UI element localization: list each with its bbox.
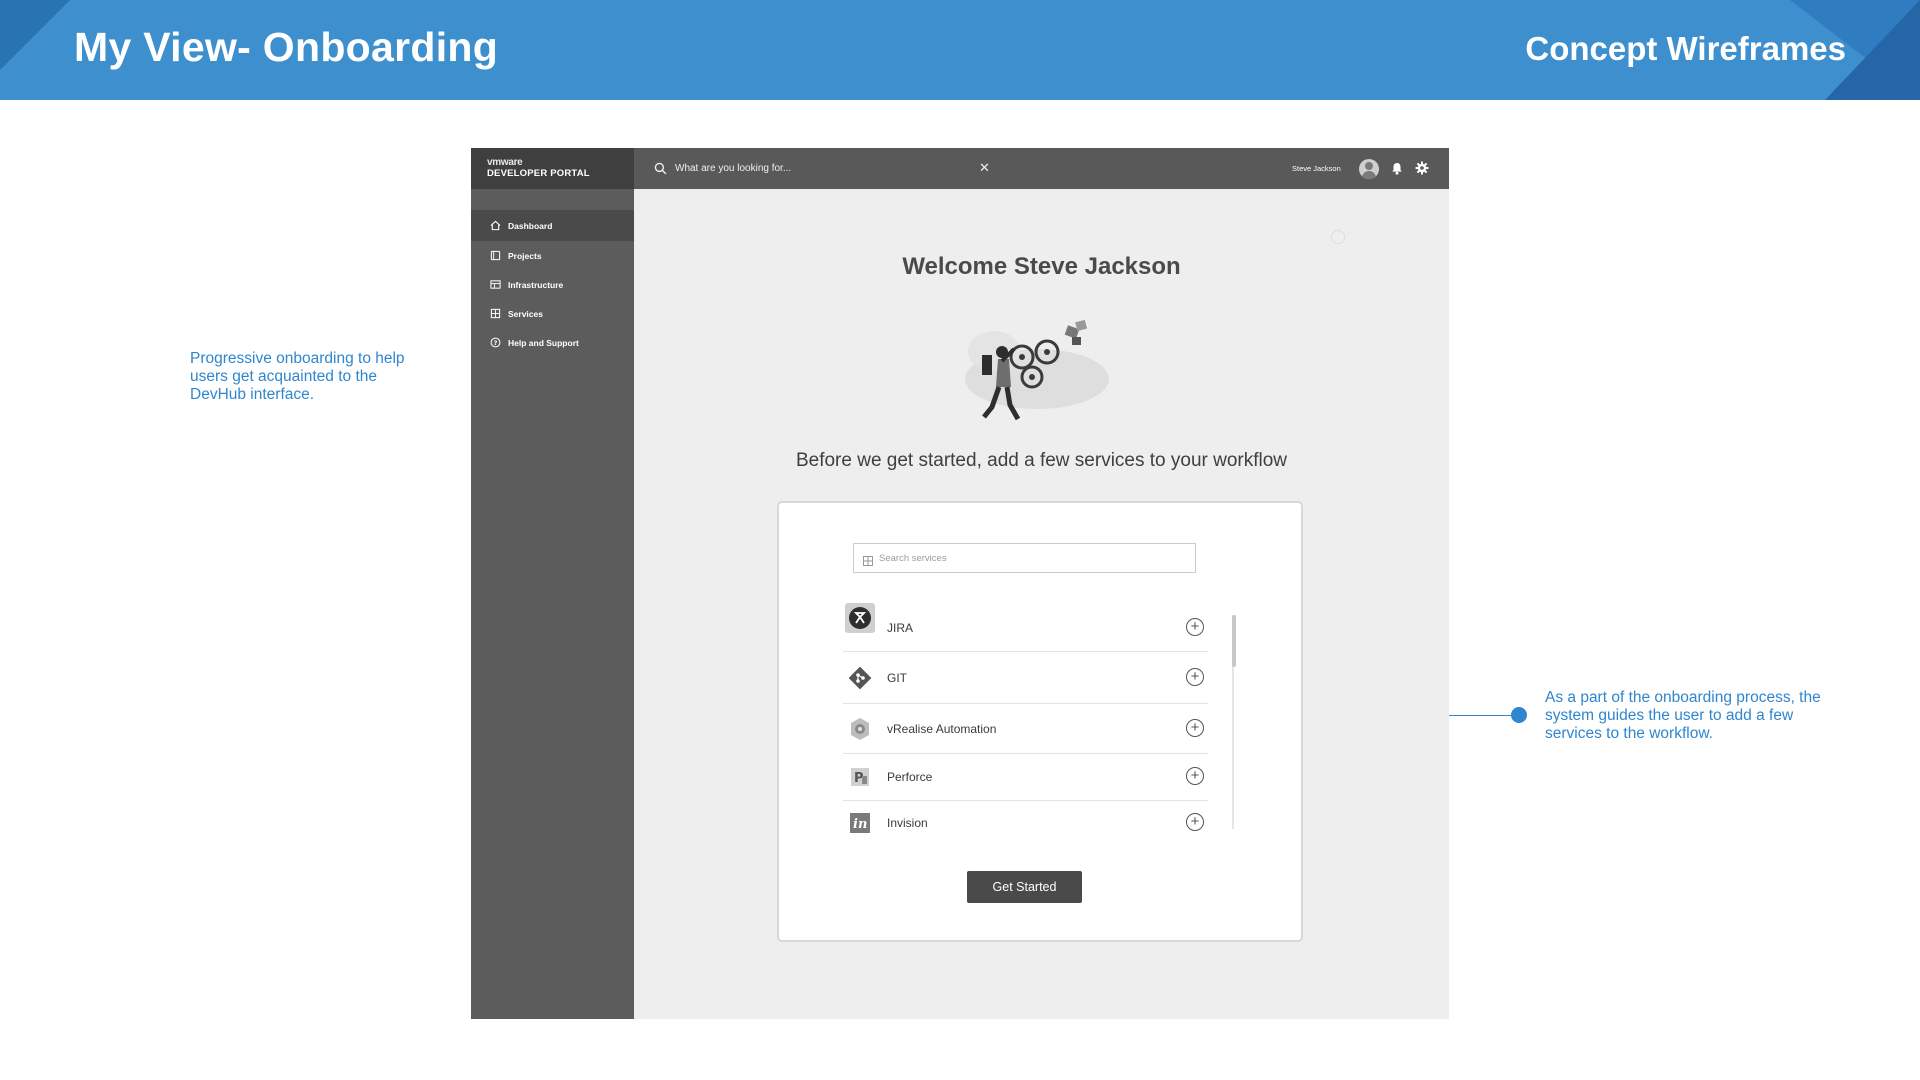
service-name: GIT [887, 671, 907, 685]
sidebar-item-help[interactable]: ? Help and Support [471, 328, 634, 357]
sidebar-item-label: Dashboard [508, 220, 553, 231]
onboarding-prompt: Before we get started, add a few service… [795, 450, 1288, 471]
close-icon[interactable]: ✕ [979, 161, 990, 174]
service-row-jira[interactable]: JIRA + [843, 603, 1208, 652]
svg-text:?: ? [493, 339, 497, 347]
search-icon[interactable] [654, 162, 667, 180]
services-list: JIRA + GIT + vRealise Automation + P Per… [843, 603, 1208, 846]
brand-logo[interactable]: vmware DEVELOPER PORTAL [471, 148, 634, 189]
main-content: Welcome Steve Jackson Before we get star… [634, 189, 1449, 1019]
slide-subtitle: Concept Wireframes [1525, 30, 1846, 67]
sidebar-nav: Dashboard Projects Infrastructure Servic… [471, 210, 634, 357]
banner-decoration-left [0, 0, 70, 70]
global-search-input[interactable]: What are you looking for... [675, 163, 791, 174]
sidebar-item-label: Projects [508, 250, 542, 261]
invision-logo-icon: in [845, 808, 875, 838]
slide-banner: My View- Onboarding Concept Wireframes [0, 0, 1920, 100]
sidebar-item-infrastructure[interactable]: Infrastructure [471, 270, 634, 299]
projects-icon [489, 250, 501, 262]
sidebar-item-projects[interactable]: Projects [471, 241, 634, 270]
svg-text:in: in [853, 817, 867, 832]
get-started-button[interactable]: Get Started [967, 871, 1082, 903]
vrealize-logo-icon [845, 714, 875, 744]
bell-icon[interactable] [1391, 162, 1403, 180]
service-row-perforce[interactable]: P Perforce + [843, 754, 1208, 801]
perforce-logo-icon: P [845, 762, 875, 792]
user-name[interactable]: Steve Jackson [1292, 164, 1341, 173]
add-service-button[interactable]: + [1186, 767, 1204, 785]
sidebar-item-label: Help and Support [508, 337, 579, 348]
top-bar: What are you looking for... ✕ Steve Jack… [634, 148, 1449, 189]
git-logo-icon [845, 663, 875, 693]
service-name: vRealise Automation [887, 722, 997, 736]
services-card: Search services JIRA + GIT + vRealise Au… [777, 501, 1303, 942]
vmware-logo: vmware [487, 157, 523, 168]
add-service-button[interactable]: + [1186, 719, 1204, 737]
sidebar-item-label: Services [508, 308, 543, 319]
service-search-input[interactable]: Search services [853, 543, 1196, 573]
sidebar-item-dashboard[interactable]: Dashboard [471, 210, 634, 241]
add-service-button[interactable]: + [1186, 618, 1204, 636]
home-icon [489, 220, 501, 232]
service-search-placeholder: Search services [879, 553, 947, 564]
slide-title: My View- Onboarding [74, 24, 499, 70]
scrollbar-thumb[interactable] [1232, 615, 1236, 667]
service-row-git[interactable]: GIT + [843, 652, 1208, 704]
jira-logo-icon [845, 603, 875, 633]
add-service-button[interactable]: + [1186, 813, 1204, 831]
brand-name: DEVELOPER PORTAL [487, 168, 590, 179]
service-row-vrealize[interactable]: vRealise Automation + [843, 704, 1208, 754]
service-name: JIRA [887, 621, 914, 635]
sidebar-item-services[interactable]: Services [471, 299, 634, 328]
annotation-services: As a part of the onboarding process, the… [1545, 689, 1821, 742]
sidebar: vmware DEVELOPER PORTAL Dashboard Projec… [471, 148, 634, 1019]
help-icon: ? [489, 337, 501, 349]
info-icon[interactable] [1331, 230, 1345, 244]
onboarding-illustration [965, 319, 1109, 421]
welcome-heading: Welcome Steve Jackson [902, 253, 1181, 280]
infrastructure-icon [489, 279, 501, 291]
sidebar-item-label: Infrastructure [508, 279, 564, 290]
service-row-invision[interactable]: in Invision + [843, 801, 1208, 846]
app-window: vmware DEVELOPER PORTAL Dashboard Projec… [471, 148, 1449, 1019]
service-name: Invision [887, 816, 928, 830]
gear-icon[interactable] [1415, 161, 1429, 180]
grid-icon [863, 553, 873, 571]
services-icon [489, 308, 501, 320]
avatar[interactable] [1359, 159, 1379, 179]
add-service-button[interactable]: + [1186, 668, 1204, 686]
service-name: Perforce [887, 770, 933, 784]
annotation-onboarding: Progressive onboarding to help users get… [190, 350, 405, 403]
annotation-pointer-dot-right [1511, 707, 1527, 723]
